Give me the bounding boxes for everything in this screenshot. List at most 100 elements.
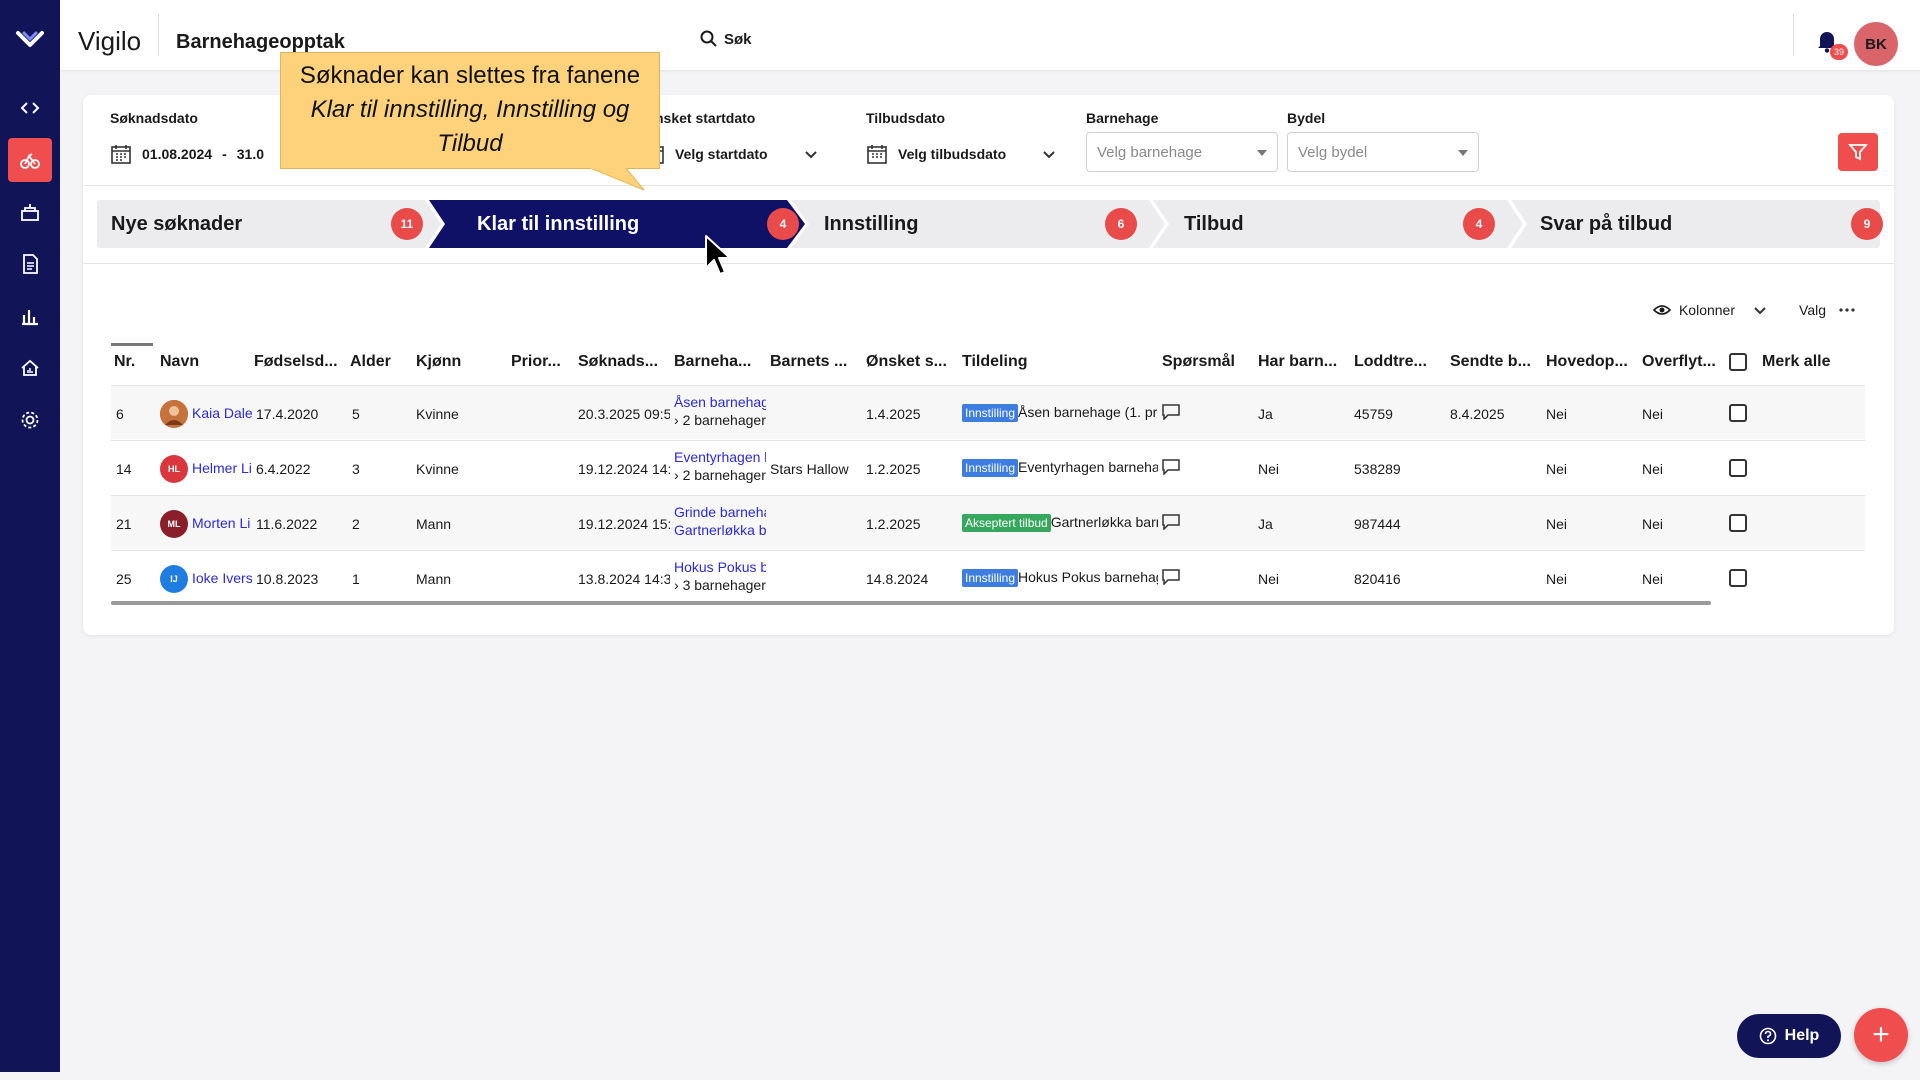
cell-barnehager-expand[interactable]: › 3 barnehager: [674, 577, 766, 593]
user-avatar[interactable]: BK: [1854, 22, 1898, 66]
cell-har-barn: Ja: [1258, 406, 1273, 422]
column-header-sporsmal[interactable]: Spørsmål: [1162, 353, 1235, 371]
mouse-cursor-icon: [705, 235, 731, 275]
table-row[interactable]: 21 ML Morten Li 11.6.2022 2 Mann 19.12.2…: [111, 495, 1865, 549]
tab-klar-til-innstilling[interactable]: Klar til innstilling 4: [477, 200, 799, 248]
cell-barnehage-link[interactable]: Hokus Pokus barnehage: [674, 559, 766, 575]
row-checkbox[interactable]: [1729, 404, 1747, 422]
select-all-checkbox[interactable]: [1729, 353, 1747, 371]
brand-name[interactable]: Vigilo: [78, 26, 141, 57]
row-checkbox[interactable]: [1729, 459, 1747, 477]
row-checkbox[interactable]: [1729, 514, 1747, 532]
column-header-onsket-start[interactable]: Ønsket s...: [866, 353, 947, 371]
avatar: IJ: [160, 565, 188, 593]
dropdown-caret-icon: [1257, 150, 1267, 156]
calendar-icon: [111, 145, 131, 164]
comment-icon[interactable]: [1162, 404, 1180, 420]
chevron-down-icon: [1043, 151, 1055, 159]
column-header-soknadsdato[interactable]: Søknads...: [578, 353, 658, 371]
column-header-fodselsdato[interactable]: Fødselsd...: [254, 353, 338, 371]
column-header-kjonn[interactable]: Kjønn: [416, 353, 461, 371]
sidebar-item-statistics[interactable]: [8, 346, 52, 390]
barnehage-select[interactable]: Velg barnehage: [1086, 132, 1278, 172]
bydel-select[interactable]: Velg bydel: [1287, 132, 1479, 172]
tab-label: Innstilling: [824, 212, 919, 235]
cell-har-barn: Nei: [1258, 461, 1280, 477]
column-header-loddtrekning[interactable]: Loddtre...: [1354, 353, 1427, 371]
filter-button[interactable]: [1838, 133, 1878, 171]
comment-icon[interactable]: [1162, 569, 1180, 585]
column-header-merk-alle[interactable]: Merk alle: [1762, 353, 1830, 371]
horizontal-scrollbar[interactable]: [111, 601, 1711, 605]
cell-onsket-start: 1.4.2025: [866, 406, 921, 422]
comment-icon[interactable]: [1162, 514, 1180, 530]
cell-barnehage-link[interactable]: Grinde barnehage: [674, 504, 766, 520]
table-row[interactable]: 25 IJ Ioke Iversen 10.8.2023 1 Mann 13.8…: [111, 550, 1865, 604]
startdato-picker[interactable]: Velg startdato: [643, 143, 818, 165]
tab-svar-pa-tilbud[interactable]: Svar på tilbud 9: [1540, 200, 1883, 248]
cell-overflytting: Nei: [1642, 406, 1664, 422]
comment-icon[interactable]: [1162, 459, 1180, 475]
tab-nye-soknader[interactable]: Nye søknader 11: [111, 200, 431, 248]
cell-navn-link[interactable]: Kaia Dalen: [192, 405, 252, 421]
cell-hovedopptak: Nei: [1546, 406, 1568, 422]
filter-label-tilbudsdato: Tilbudsdato: [866, 110, 946, 126]
cell-barnehage-link[interactable]: Eventyrhagen barnehage: [674, 449, 766, 465]
row-checkbox[interactable]: [1729, 569, 1747, 587]
cell-overflytting: Nei: [1642, 461, 1664, 477]
cell-barnehage-link[interactable]: Gartnerløkka barnehage: [674, 522, 766, 538]
column-header-nr[interactable]: Nr.: [114, 353, 135, 371]
column-header-har-barn[interactable]: Har barn...: [1258, 353, 1337, 371]
column-header-sendte[interactable]: Sendte b...: [1450, 353, 1531, 371]
filter-label-soknadsdato: Søknadsdato: [110, 110, 198, 126]
column-header-tildeling[interactable]: Tildeling: [962, 353, 1027, 371]
cell-hovedopptak: Nei: [1546, 516, 1568, 532]
help-button[interactable]: Help: [1737, 1014, 1841, 1058]
cell-barnehager-expand[interactable]: › 2 barnehager: [674, 467, 766, 483]
cell-onsket-start: 1.2.2025: [866, 516, 921, 532]
callout-line-3-text: Tilbud: [437, 130, 503, 157]
column-header-prioritet[interactable]: Prior...: [511, 353, 561, 371]
columns-button[interactable]: Kolonner: [1652, 302, 1767, 318]
cell-tildeling: InnstillingEventyrhagen barnehage: [962, 459, 1158, 477]
add-button[interactable]: +: [1854, 1008, 1908, 1062]
column-header-alder[interactable]: Alder: [350, 353, 391, 371]
more-horizontal-icon: [1839, 308, 1855, 312]
vigilo-logo-icon: [16, 31, 44, 47]
options-button[interactable]: Valg: [1799, 302, 1856, 318]
column-header-overflytting[interactable]: Overflyt...: [1642, 353, 1716, 371]
sidebar-item-documents[interactable]: [8, 242, 52, 286]
tab-label: Klar til innstilling: [477, 212, 640, 235]
sidebar-item-reports[interactable]: [8, 294, 52, 338]
document-icon: [23, 254, 38, 274]
soknadsdato-range[interactable]: 01.08.2024 - 31.0: [110, 143, 264, 165]
status-badge: Innstilling: [962, 459, 1019, 477]
column-header-barnehage[interactable]: Barneha...: [674, 353, 751, 371]
sidebar-item-admission[interactable]: [8, 138, 52, 182]
cell-barnehage-link[interactable]: Åsen barnehage: [674, 394, 766, 410]
column-header-hovedopptak[interactable]: Hovedop...: [1546, 353, 1628, 371]
calendar-icon: [867, 145, 887, 164]
cell-loddtrekning: 538289: [1354, 461, 1401, 477]
sidebar-item-settings[interactable]: [8, 398, 52, 442]
tab-innstilling[interactable]: Innstilling 6: [824, 200, 1154, 248]
search-button[interactable]: Søk: [700, 30, 752, 48]
callout-line-2: Klar til innstilling, Innstilling og: [281, 93, 659, 127]
tilbudsdato-value: Velg tilbudsdato: [898, 146, 1007, 162]
options-label: Valg: [1799, 302, 1826, 318]
table-row[interactable]: 6 Kaia Dalen 17.4.2020 5 Kvinne 20.3.202…: [111, 385, 1865, 439]
cell-barnehager-expand[interactable]: › 2 barnehager: [674, 412, 766, 428]
sidebar-item-code[interactable]: [8, 86, 52, 130]
module-title: Barnehageopptak: [176, 31, 345, 53]
cell-navn-link[interactable]: Ioke Iversen: [192, 570, 252, 586]
columns-label: Kolonner: [1678, 302, 1736, 318]
sidebar-item-school[interactable]: [8, 190, 52, 234]
column-header-barnets[interactable]: Barnets ...: [770, 353, 847, 371]
table-row[interactable]: 14 HL Helmer Li 6.4.2022 3 Kvinne 19.12.…: [111, 440, 1865, 494]
tilbudsdato-picker[interactable]: Velg tilbudsdato: [866, 143, 1056, 165]
divider: [83, 263, 1894, 264]
cell-navn-link[interactable]: Morten Li: [192, 515, 252, 531]
cell-navn-link[interactable]: Helmer Li: [192, 460, 252, 476]
column-header-navn[interactable]: Navn: [160, 353, 199, 371]
tab-tilbud[interactable]: Tilbud 4: [1184, 200, 1514, 248]
